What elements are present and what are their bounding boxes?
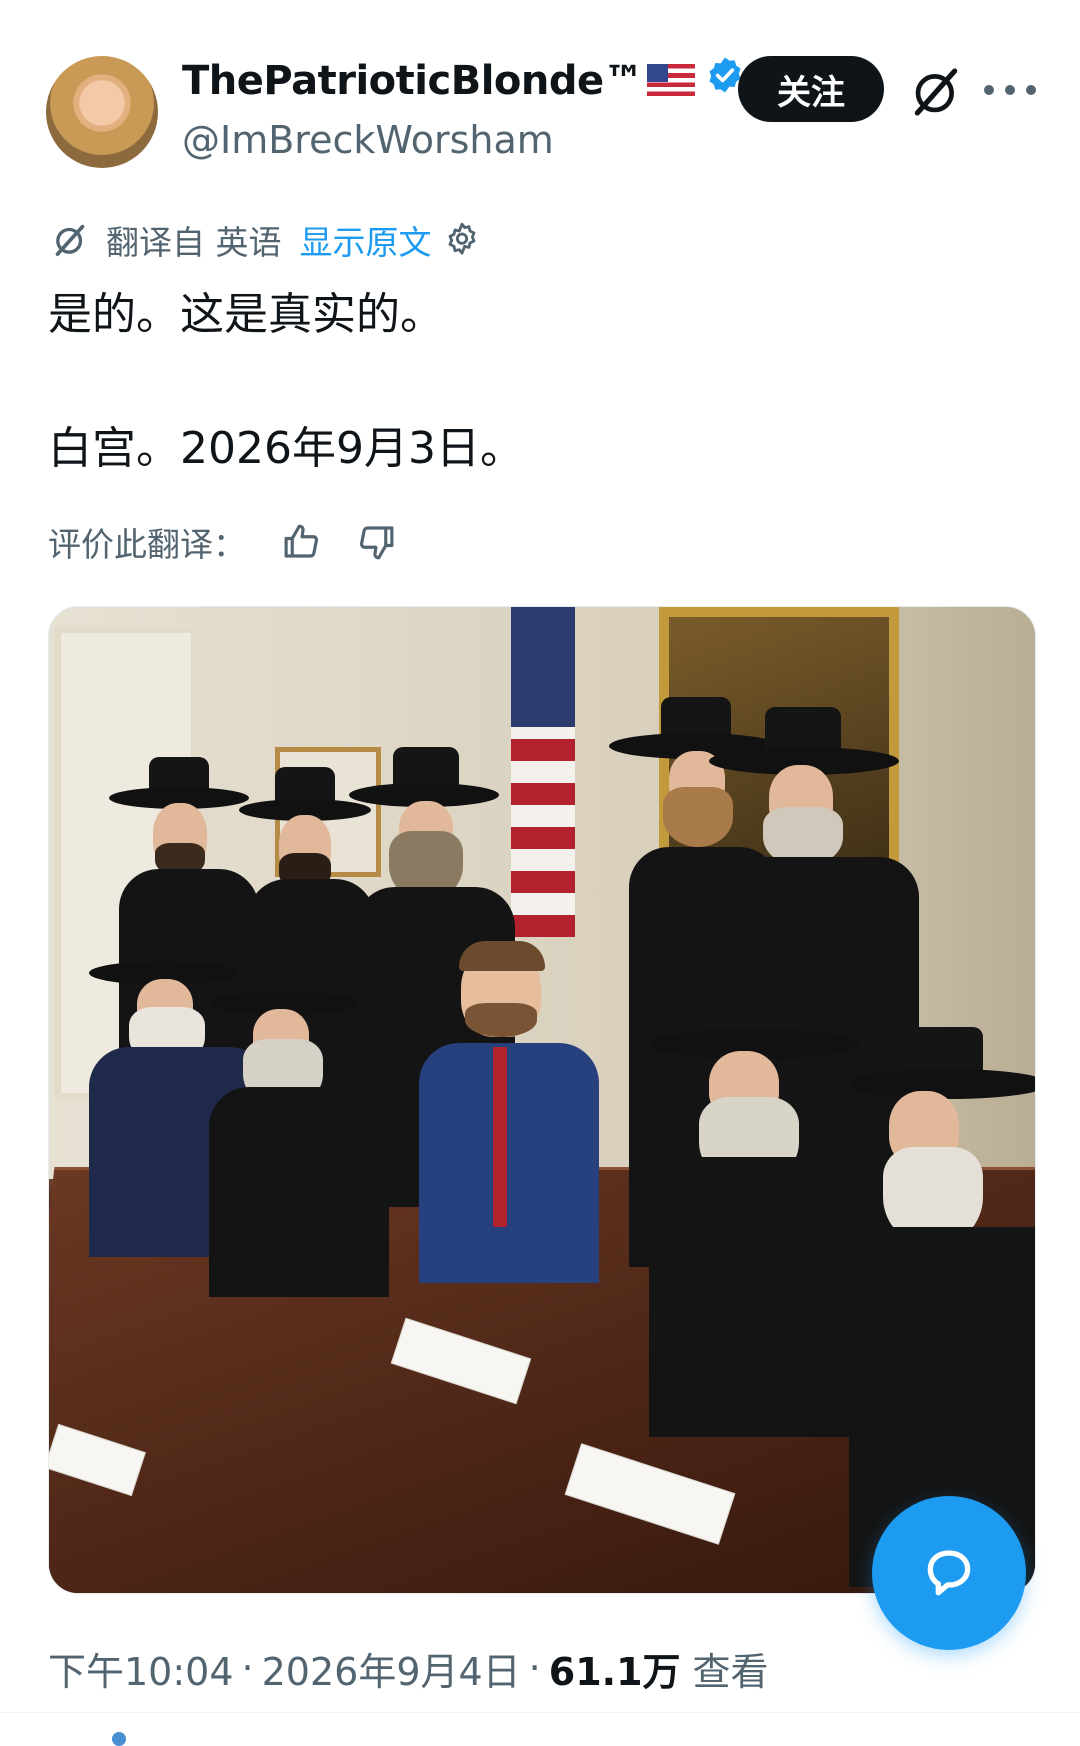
thumbs-up-icon[interactable]	[280, 521, 322, 563]
author-name[interactable]: ThePatrioticBlonde™	[182, 57, 745, 108]
views-label: 查看	[692, 1649, 769, 1694]
translated-from-label: 翻译自 英语	[106, 223, 282, 262]
avatar[interactable]	[46, 56, 158, 168]
gear-icon[interactable]	[442, 220, 482, 260]
tweet-text-line-1: 是的。这是真实的。	[48, 289, 444, 340]
rate-translation-label: 评价此翻译：	[48, 525, 246, 564]
tweet-time[interactable]: 下午10:04	[48, 1641, 234, 1696]
translation-bar: 翻译自 英语 显示原文	[50, 218, 482, 262]
tweet-photo[interactable]	[48, 606, 1036, 1594]
follow-button[interactable]: 关注	[738, 56, 884, 122]
action-bar-indicator	[112, 1732, 126, 1746]
tweet-meta: 下午10:04 · 2026年9月4日 · 61.1万 查看	[48, 1644, 769, 1694]
rate-translation: 评价此翻译：	[48, 518, 398, 566]
divider	[0, 1712, 1080, 1713]
author-display-name: ThePatrioticBlonde™	[182, 58, 644, 104]
us-flag-icon	[647, 64, 696, 96]
meta-separator: ·	[528, 1646, 541, 1690]
grok-icon[interactable]	[908, 64, 964, 124]
show-original-link[interactable]: 显示原文	[300, 216, 432, 264]
translate-icon	[50, 220, 90, 260]
thumbs-down-icon[interactable]	[356, 521, 398, 563]
meta-separator: ·	[241, 1646, 254, 1690]
author-handle[interactable]: @ImBreckWorsham	[182, 118, 554, 162]
reply-button[interactable]	[872, 1496, 1026, 1650]
tweet-text-line-2: 白宫。2026年9月3日。	[48, 423, 524, 474]
reply-icon	[917, 1541, 981, 1605]
tweet-date[interactable]: 2026年9月4日	[262, 1641, 521, 1696]
more-icon[interactable]	[984, 66, 1036, 114]
views-count: 61.1万	[548, 1649, 681, 1694]
